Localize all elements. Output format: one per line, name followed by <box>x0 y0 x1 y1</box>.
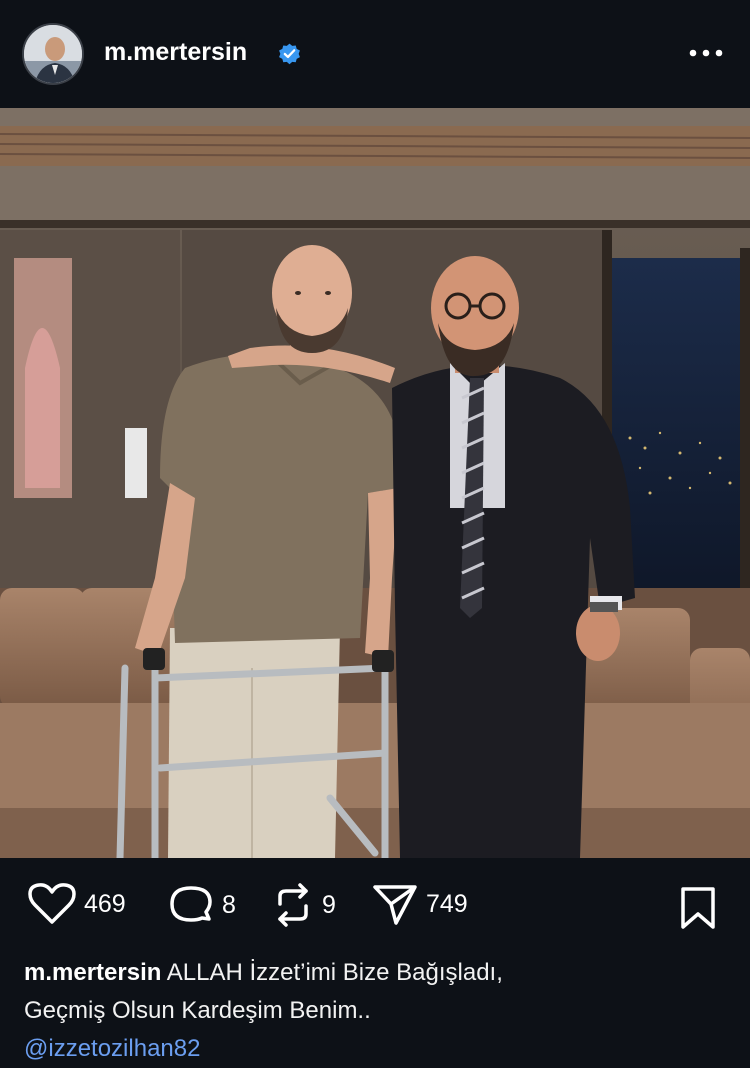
comment-icon <box>170 886 212 922</box>
caption-text-line2: Geçmiş Olsun Kardeşim Benim.. <box>24 997 371 1024</box>
avatar[interactable] <box>22 23 84 85</box>
share-icon <box>373 885 417 925</box>
more-options-icon[interactable] <box>688 45 724 61</box>
share-button[interactable]: 749 <box>372 882 468 926</box>
comment-button[interactable]: 8 <box>168 882 236 928</box>
bookmark-icon[interactable] <box>678 886 718 930</box>
heart-icon <box>28 883 76 924</box>
repost-button[interactable]: 9 <box>272 882 336 928</box>
caption-text-line1: ALLAH İzzet’imi Bize Bağışladı, <box>166 959 503 986</box>
share-count: 749 <box>426 889 468 918</box>
caption-mention-link[interactable]: @izzetozilhan82 <box>24 1030 724 1068</box>
like-button[interactable]: 469 <box>28 882 126 926</box>
repost-count: 9 <box>322 890 336 919</box>
repost-icon <box>278 883 308 927</box>
like-count: 469 <box>84 889 126 918</box>
verified-badge-icon <box>279 43 300 65</box>
caption-username[interactable]: m.mertersin <box>24 959 161 986</box>
post-caption: m.mertersin ALLAH İzzet’imi Bize Bağışla… <box>24 954 724 1068</box>
post-photo[interactable] <box>0 108 750 858</box>
post-username[interactable]: m.mertersin <box>104 38 247 67</box>
comment-count: 8 <box>222 890 236 919</box>
post-header: m.mertersin <box>0 0 750 108</box>
